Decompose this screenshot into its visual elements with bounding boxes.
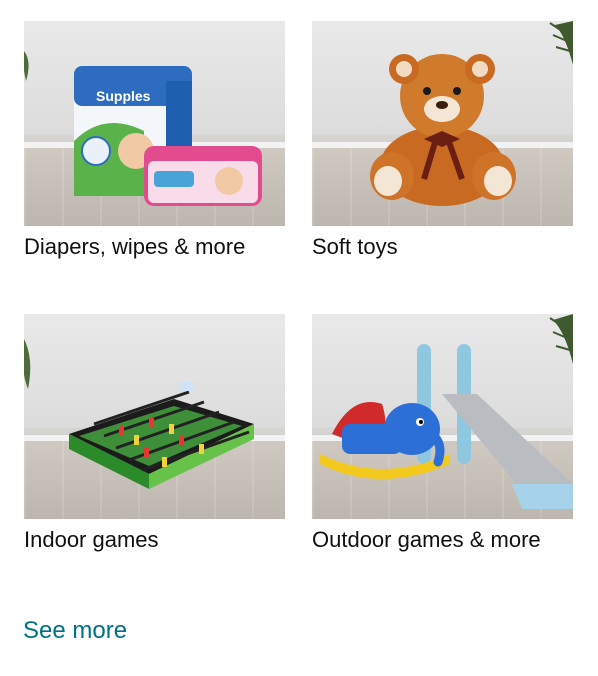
category-label-diapers[interactable]: Diapers, wipes & more	[24, 233, 285, 261]
svg-text:Supples: Supples	[96, 88, 151, 104]
category-card-diapers[interactable]: Supples Diapers, wipes & more	[24, 21, 285, 261]
category-card-soft-toys[interactable]: Soft toys	[312, 21, 573, 261]
category-label-soft-toys[interactable]: Soft toys	[312, 233, 573, 261]
see-more-link[interactable]: See more	[23, 617, 127, 645]
soft-toys-image[interactable]	[312, 21, 573, 226]
category-label-outdoor-games[interactable]: Outdoor games & more	[312, 526, 573, 554]
outdoor-games-image[interactable]	[312, 314, 573, 519]
category-label-indoor-games[interactable]: Indoor games	[24, 526, 285, 554]
category-card-outdoor-games[interactable]: Outdoor games & more	[312, 314, 573, 554]
indoor-games-image[interactable]	[24, 314, 285, 519]
category-card-indoor-games[interactable]: Indoor games	[24, 314, 285, 554]
diapers-image[interactable]: Supples	[24, 21, 285, 226]
